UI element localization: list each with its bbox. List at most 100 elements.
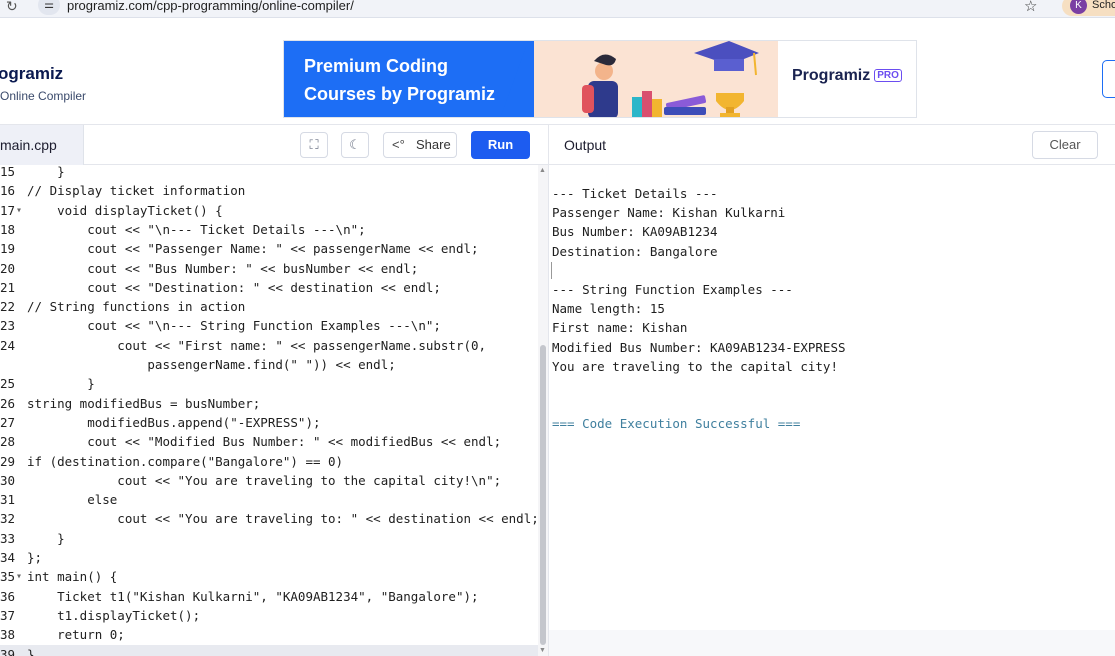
- code-line[interactable]: 15 }: [0, 165, 540, 181]
- line-number: 26: [0, 395, 15, 411]
- code-text: cout << "You are traveling to the capita…: [27, 472, 502, 488]
- code-line[interactable]: 27 modifiedBus.append("-EXPRESS");: [0, 413, 540, 432]
- code-line[interactable]: 20 cout << "Bus Number: " << busNumber <…: [0, 259, 540, 278]
- bookmark-star-icon[interactable]: ☆: [1024, 0, 1037, 15]
- code-line[interactable]: 23 cout << "\n--- String Function Exampl…: [0, 316, 540, 335]
- fullscreen-icon: ⛶: [309, 137, 319, 152]
- code-line[interactable]: 24 cout << "First name: " << passengerNa…: [0, 336, 540, 355]
- promo-banner[interactable]: Premium Coding Courses by Programiz Prog…: [283, 40, 917, 118]
- line-number: 38: [0, 627, 15, 643]
- share-label: Share: [416, 137, 451, 152]
- code-text: int main() {: [27, 569, 118, 585]
- brand-subtitle: Online Compiler: [0, 89, 87, 103]
- code-editor[interactable]: 15 } 16// Display ticket information 17 ▾ v…: [0, 165, 548, 656]
- avatar: K: [1070, 0, 1087, 14]
- line-number: 18: [0, 221, 15, 237]
- code-text: if (destination.compare("Bangalore") == …: [27, 453, 344, 469]
- header-action-button[interactable]: [1102, 60, 1115, 98]
- clear-button[interactable]: Clear: [1032, 131, 1098, 159]
- code-text: t1.displayTicket();: [27, 607, 201, 623]
- share-button[interactable]: <° Share: [383, 132, 457, 158]
- browser-toolbar: ↻ ⚌ programiz.com/cpp-programming/online…: [0, 0, 1115, 18]
- code-line[interactable]: 25 }: [0, 374, 540, 393]
- reload-icon[interactable]: ↻: [6, 0, 18, 15]
- output-line: Name length: 15: [552, 301, 665, 317]
- output-footer: [548, 630, 1115, 656]
- output-line: Passenger Name: Kishan Kulkarni: [552, 205, 786, 221]
- output-panel: --- Ticket Details --- Passenger Name: Ki…: [548, 165, 1115, 630]
- code-text: cout << "\n--- Ticket Details ---\n";: [27, 221, 366, 237]
- line-number: 15: [0, 165, 15, 179]
- line-number: 36: [0, 588, 15, 604]
- code-text: cout << "Bus Number: " << busNumber << e…: [27, 260, 419, 276]
- scroll-up-icon[interactable]: ▲: [539, 167, 546, 174]
- code-line[interactable]: 17 ▾ void displayTicket() {: [0, 201, 540, 220]
- line-number: 35: [0, 569, 15, 585]
- line-number: 21: [0, 279, 15, 295]
- code-line[interactable]: 33 }: [0, 529, 540, 548]
- code-text: cout << "Modified Bus Number: " << modif…: [27, 434, 502, 450]
- code-line[interactable]: 22 // String functions in action: [0, 297, 540, 316]
- scroll-down-icon[interactable]: ▼: [539, 647, 546, 654]
- code-line[interactable]: 37 t1.displayTicket();: [0, 606, 540, 625]
- output-title: Output: [564, 137, 607, 153]
- code-text: Ticket t1("Kishan Kulkarni", "KA09AB1234…: [27, 588, 479, 604]
- code-line[interactable]: 31 else: [0, 490, 540, 509]
- code-text: return 0;: [27, 627, 125, 643]
- code-line[interactable]: 18 cout << "\n--- Ticket Details ---\n";: [0, 220, 540, 239]
- theme-toggle-button[interactable]: ☾: [341, 132, 369, 158]
- code-line[interactable]: 39}: [0, 644, 540, 656]
- line-number: 27: [0, 414, 15, 430]
- code-text: cout << "First name: " << passengerName.…: [27, 337, 487, 353]
- student-illustration-icon: [582, 41, 759, 117]
- code-text: cout << "You are traveling to: " << dest…: [27, 511, 539, 527]
- code-line[interactable]: 29 if (destination.compare("Bangalore") =…: [0, 452, 540, 471]
- code-line[interactable]: 21 cout << "Destination: " << destinatio…: [0, 278, 540, 297]
- banner-background: [284, 41, 534, 117]
- run-button[interactable]: Run: [471, 131, 530, 159]
- pro-badge: PRO: [874, 69, 902, 82]
- banner-headline-2: Courses by Programiz: [304, 84, 496, 104]
- code-text: };: [27, 550, 43, 565]
- profile-button[interactable]: K Scho: [1062, 0, 1115, 16]
- fullscreen-button[interactable]: ⛶: [300, 132, 328, 158]
- line-number: 33: [0, 530, 15, 546]
- code-line[interactable]: 38 return 0;: [0, 625, 540, 644]
- line-number: 34: [0, 550, 15, 565]
- fold-toggle-icon[interactable]: ▾: [16, 567, 22, 586]
- address-bar[interactable]: programiz.com/cpp-programming/online-com…: [67, 0, 354, 13]
- code-line[interactable]: 36 Ticket t1("Kishan Kulkarni", "KA09AB1…: [0, 587, 540, 606]
- code-line[interactable]: 19 cout << "Passenger Name: " << passeng…: [0, 239, 540, 258]
- code-text: passengerName.find(" ")) << endl;: [27, 357, 396, 372]
- code-text: }: [27, 165, 65, 179]
- banner-logo-text: Programiz: [792, 67, 871, 84]
- line-number: 23: [0, 318, 15, 334]
- code-line[interactable]: 32 cout << "You are traveling to: " << d…: [0, 509, 540, 528]
- code-text: }: [27, 646, 35, 656]
- line-number: 19: [0, 241, 15, 257]
- code-line[interactable]: 26 string modifiedBus = busNumber;: [0, 394, 540, 413]
- output-line: You are traveling to the capital city!: [552, 358, 838, 374]
- file-tab[interactable]: main.cpp: [0, 125, 84, 165]
- code-line[interactable]: 16 // Display ticket information: [0, 181, 540, 200]
- editor-scrollbar-thumb[interactable]: [540, 345, 546, 645]
- banner-logo: Programiz PRO: [792, 67, 902, 85]
- line-number: 20: [0, 260, 15, 276]
- code-line[interactable]: passengerName.find(" ")) << endl;: [0, 355, 540, 374]
- code-text: void displayTicket() {: [27, 202, 223, 218]
- line-number: 17: [0, 202, 15, 218]
- brand-name[interactable]: ogramiz: [0, 64, 63, 84]
- code-text: cout << "\n--- String Function Examples …: [27, 318, 441, 334]
- code-line[interactable]: 30 cout << "You are traveling to the cap…: [0, 471, 540, 490]
- code-line[interactable]: 28 cout << "Modified Bus Number: " << mo…: [0, 432, 540, 451]
- code-line[interactable]: 34};: [0, 548, 540, 567]
- code-line[interactable]: 35 ▾ int main() {: [0, 567, 540, 586]
- line-number: 32: [0, 511, 15, 527]
- code-text: // Display ticket information: [27, 183, 246, 199]
- output-line: --- String Function Examples ---: [552, 282, 793, 297]
- code-text: cout << "Destination: " << destination <…: [27, 279, 441, 295]
- site-info-icon[interactable]: ⚌: [38, 0, 60, 15]
- line-number: 16: [0, 183, 15, 199]
- banner-headline-1: Premium Coding: [304, 56, 449, 76]
- fold-toggle-icon[interactable]: ▾: [16, 201, 22, 220]
